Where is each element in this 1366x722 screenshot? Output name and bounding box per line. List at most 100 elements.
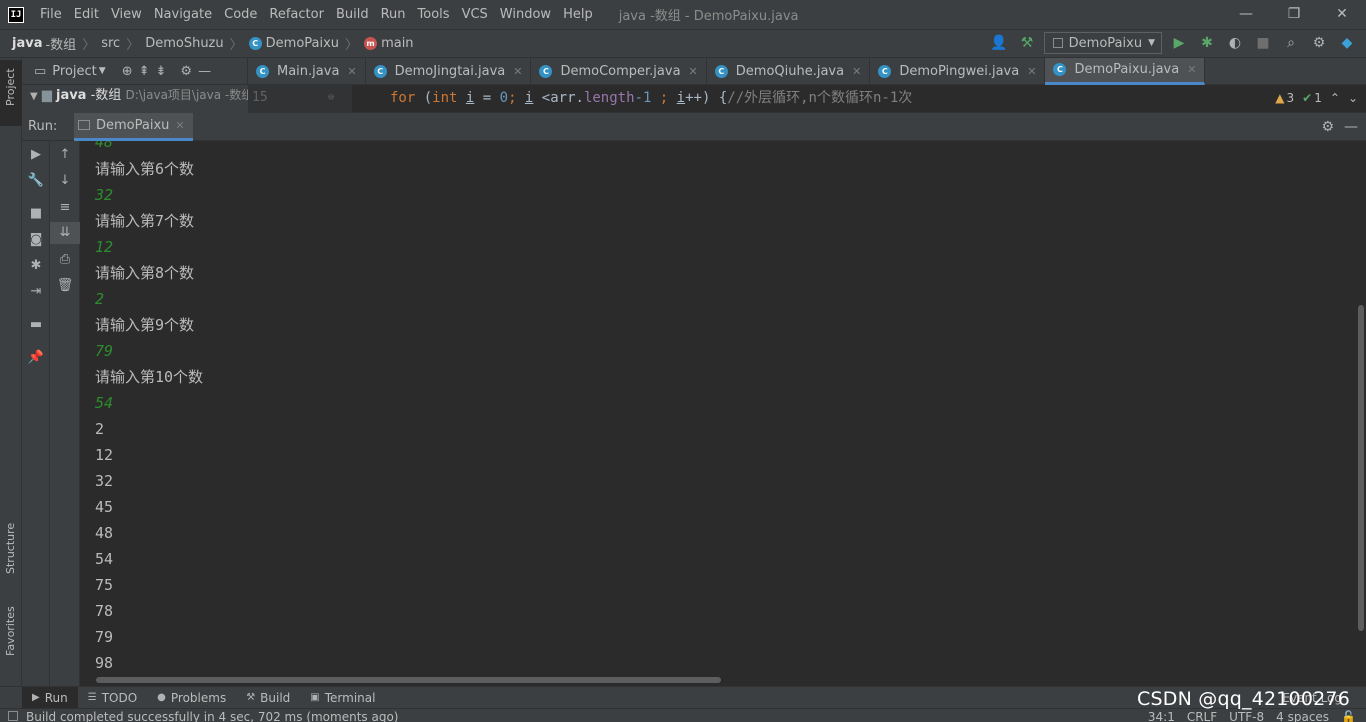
close-icon[interactable]: ✕ (1318, 0, 1366, 29)
close-icon[interactable]: ✕ (1187, 63, 1196, 76)
hide-panel-icon[interactable]: — (198, 64, 211, 79)
run-configuration-select[interactable]: DemoPaixu ▼ (1044, 32, 1162, 54)
class-icon: C (248, 37, 262, 50)
settings-gear-icon[interactable]: ⚙ (1308, 32, 1330, 54)
layout-icon[interactable]: ▬ (22, 314, 50, 336)
scrollbar-thumb[interactable] (1358, 305, 1364, 631)
restore-icon[interactable]: ❐ (1270, 0, 1318, 29)
editor-tab-active[interactable]: C DemoPaixu.java ✕ (1045, 57, 1206, 85)
breadcrumb-src[interactable]: src (101, 36, 120, 51)
status-window-icon[interactable] (8, 711, 18, 721)
close-icon[interactable]: ✕ (513, 65, 522, 78)
toolbox-icon[interactable]: ◆ (1336, 32, 1358, 54)
close-icon[interactable]: ✕ (852, 65, 861, 78)
user-icon[interactable]: 👤▾ (988, 32, 1010, 73)
menu-vcs[interactable]: VCS (456, 0, 494, 29)
settings-gear-icon[interactable]: ⚙ (180, 64, 192, 79)
status-message[interactable]: Build completed successfully in 4 sec, 7… (26, 709, 398, 722)
bottom-tab-terminal[interactable]: ▣ Terminal (300, 687, 385, 709)
close-icon[interactable]: ✕ (175, 119, 184, 132)
locate-icon[interactable]: ⊕ (122, 64, 133, 79)
line-separator[interactable]: CRLF (1187, 709, 1217, 722)
camera-icon[interactable]: ◙ (22, 229, 50, 251)
menu-edit[interactable]: Edit (68, 0, 105, 29)
console-output[interactable]: 48 请输入第6个数 32 请输入第7个数 12 请输入第8个数 2 请输入第9… (80, 141, 1356, 686)
code-line[interactable]: for (int i = 0; i <arr.length-1 ; i++) {… (390, 85, 912, 113)
indent-setting[interactable]: 4 spaces (1276, 709, 1329, 722)
chevron-down-icon[interactable]: ▼ (99, 66, 106, 76)
menu-build[interactable]: Build (330, 0, 375, 29)
project-tool-tab[interactable]: Project (0, 60, 22, 126)
collapse-all-icon[interactable]: ⇟ (156, 64, 167, 79)
file-encoding[interactable]: UTF-8 (1229, 709, 1264, 722)
rerun-icon[interactable]: ▶ (22, 144, 50, 166)
menu-file[interactable]: File (34, 0, 68, 29)
build-hammer-icon[interactable]: ⚒ (1016, 32, 1038, 54)
close-icon[interactable]: ✕ (689, 65, 698, 78)
expand-all-icon[interactable]: ⇞ (139, 64, 150, 79)
chevron-up-icon[interactable]: ⌃ (1330, 87, 1340, 109)
close-icon[interactable]: ✕ (347, 65, 356, 78)
minimize-icon[interactable]: — (1222, 0, 1270, 29)
caret-position[interactable]: 34:1 (1148, 709, 1175, 722)
console-input-line: 32 (95, 186, 114, 204)
stop-icon[interactable]: ■ (1252, 32, 1274, 54)
exit-icon[interactable]: ⇥ (22, 281, 50, 303)
scroll-to-end-icon[interactable]: ⇊ (50, 222, 80, 244)
breadcrumb-package[interactable]: DemoShuzu (145, 36, 223, 51)
editor-tab[interactable]: C DemoJingtai.java ✕ (366, 57, 532, 85)
hide-panel-icon[interactable]: — (1344, 113, 1358, 141)
project-panel-title[interactable]: Project (52, 64, 96, 79)
breadcrumb-project-suffix[interactable]: -数组 (45, 34, 76, 53)
lock-icon[interactable]: 🔓 (1341, 709, 1356, 722)
coverage-icon[interactable]: ◐ (1224, 32, 1246, 54)
run-icon[interactable]: ▶ (1168, 32, 1190, 54)
fold-marker-icon[interactable]: ⊖ (328, 85, 334, 111)
chevron-down-icon[interactable]: ⌄ (1348, 87, 1358, 109)
scrollbar-thumb[interactable] (96, 677, 721, 683)
editor-tab[interactable]: C Main.java ✕ (248, 57, 366, 85)
close-icon[interactable]: ✕ (1027, 65, 1036, 78)
menu-code[interactable]: Code (218, 0, 263, 29)
settings-gear-icon[interactable]: ⚙ (1321, 113, 1334, 141)
menu-view[interactable]: View (105, 0, 148, 29)
bottom-tab-build[interactable]: ⚒ Build (236, 687, 300, 709)
menu-tools[interactable]: Tools (412, 0, 456, 29)
status-bar: Build completed successfully in 4 sec, 7… (0, 708, 1366, 722)
menu-refactor[interactable]: Refactor (263, 0, 330, 29)
debug-icon[interactable]: ✱ (1196, 32, 1218, 54)
menu-navigate[interactable]: Navigate (148, 0, 218, 29)
bottom-tab-run[interactable]: ▶ Run (22, 686, 78, 709)
structure-tool-tab[interactable]: Structure (0, 520, 22, 592)
run-tab[interactable]: DemoPaixu ✕ (74, 112, 193, 141)
arrow-up-icon[interactable]: ↑ (50, 144, 80, 166)
print-icon[interactable]: ⎙ (50, 249, 80, 271)
pin-icon[interactable]: 📌 (22, 347, 50, 369)
search-icon[interactable]: ⌕ (1280, 32, 1302, 54)
trash-icon[interactable]: 🗑 (50, 275, 80, 297)
bottom-tab-todo[interactable]: ☰ TODO (78, 687, 147, 709)
wrench-icon[interactable]: 🔧 (22, 170, 50, 192)
debug-bug-icon[interactable]: ✱ (22, 255, 50, 277)
favorites-tool-tab[interactable]: Favorites (0, 606, 22, 678)
breadcrumb-method[interactable]: main (381, 36, 413, 51)
breadcrumb-project[interactable]: java (12, 36, 42, 51)
soft-wrap-icon[interactable]: ≡ (50, 197, 80, 219)
console-horizontal-scrollbar[interactable] (80, 676, 1356, 686)
console-vertical-scrollbar[interactable] (1356, 141, 1366, 686)
editor-tab[interactable]: C DemoPingwei.java ✕ (870, 57, 1046, 85)
chevron-down-icon: ▼ (1148, 38, 1155, 48)
breadcrumb-class[interactable]: DemoPaixu (266, 36, 339, 51)
stop-icon[interactable]: ■ (22, 203, 50, 225)
inspection-widget[interactable]: ▲ 3 ✔ 1 ⌃ ⌄ (1275, 87, 1358, 109)
menu-run[interactable]: Run (375, 0, 412, 29)
bottom-tab-problems[interactable]: ● Problems (147, 687, 236, 709)
editor-tab[interactable]: C DemoQiuhe.java ✕ (707, 57, 871, 85)
menu-help[interactable]: Help (557, 0, 599, 29)
run-config-label: DemoPaixu (1068, 35, 1143, 51)
arrow-down-icon[interactable]: ↓ (50, 170, 80, 192)
project-tree-root[interactable]: ▼ ▆ java -数组 D:\java项目\java -数组 (22, 85, 248, 113)
expand-arrow-icon[interactable]: ▼ (30, 91, 38, 102)
editor-tab[interactable]: C DemoComper.java ✕ (531, 57, 707, 85)
menu-window[interactable]: Window (494, 0, 557, 29)
